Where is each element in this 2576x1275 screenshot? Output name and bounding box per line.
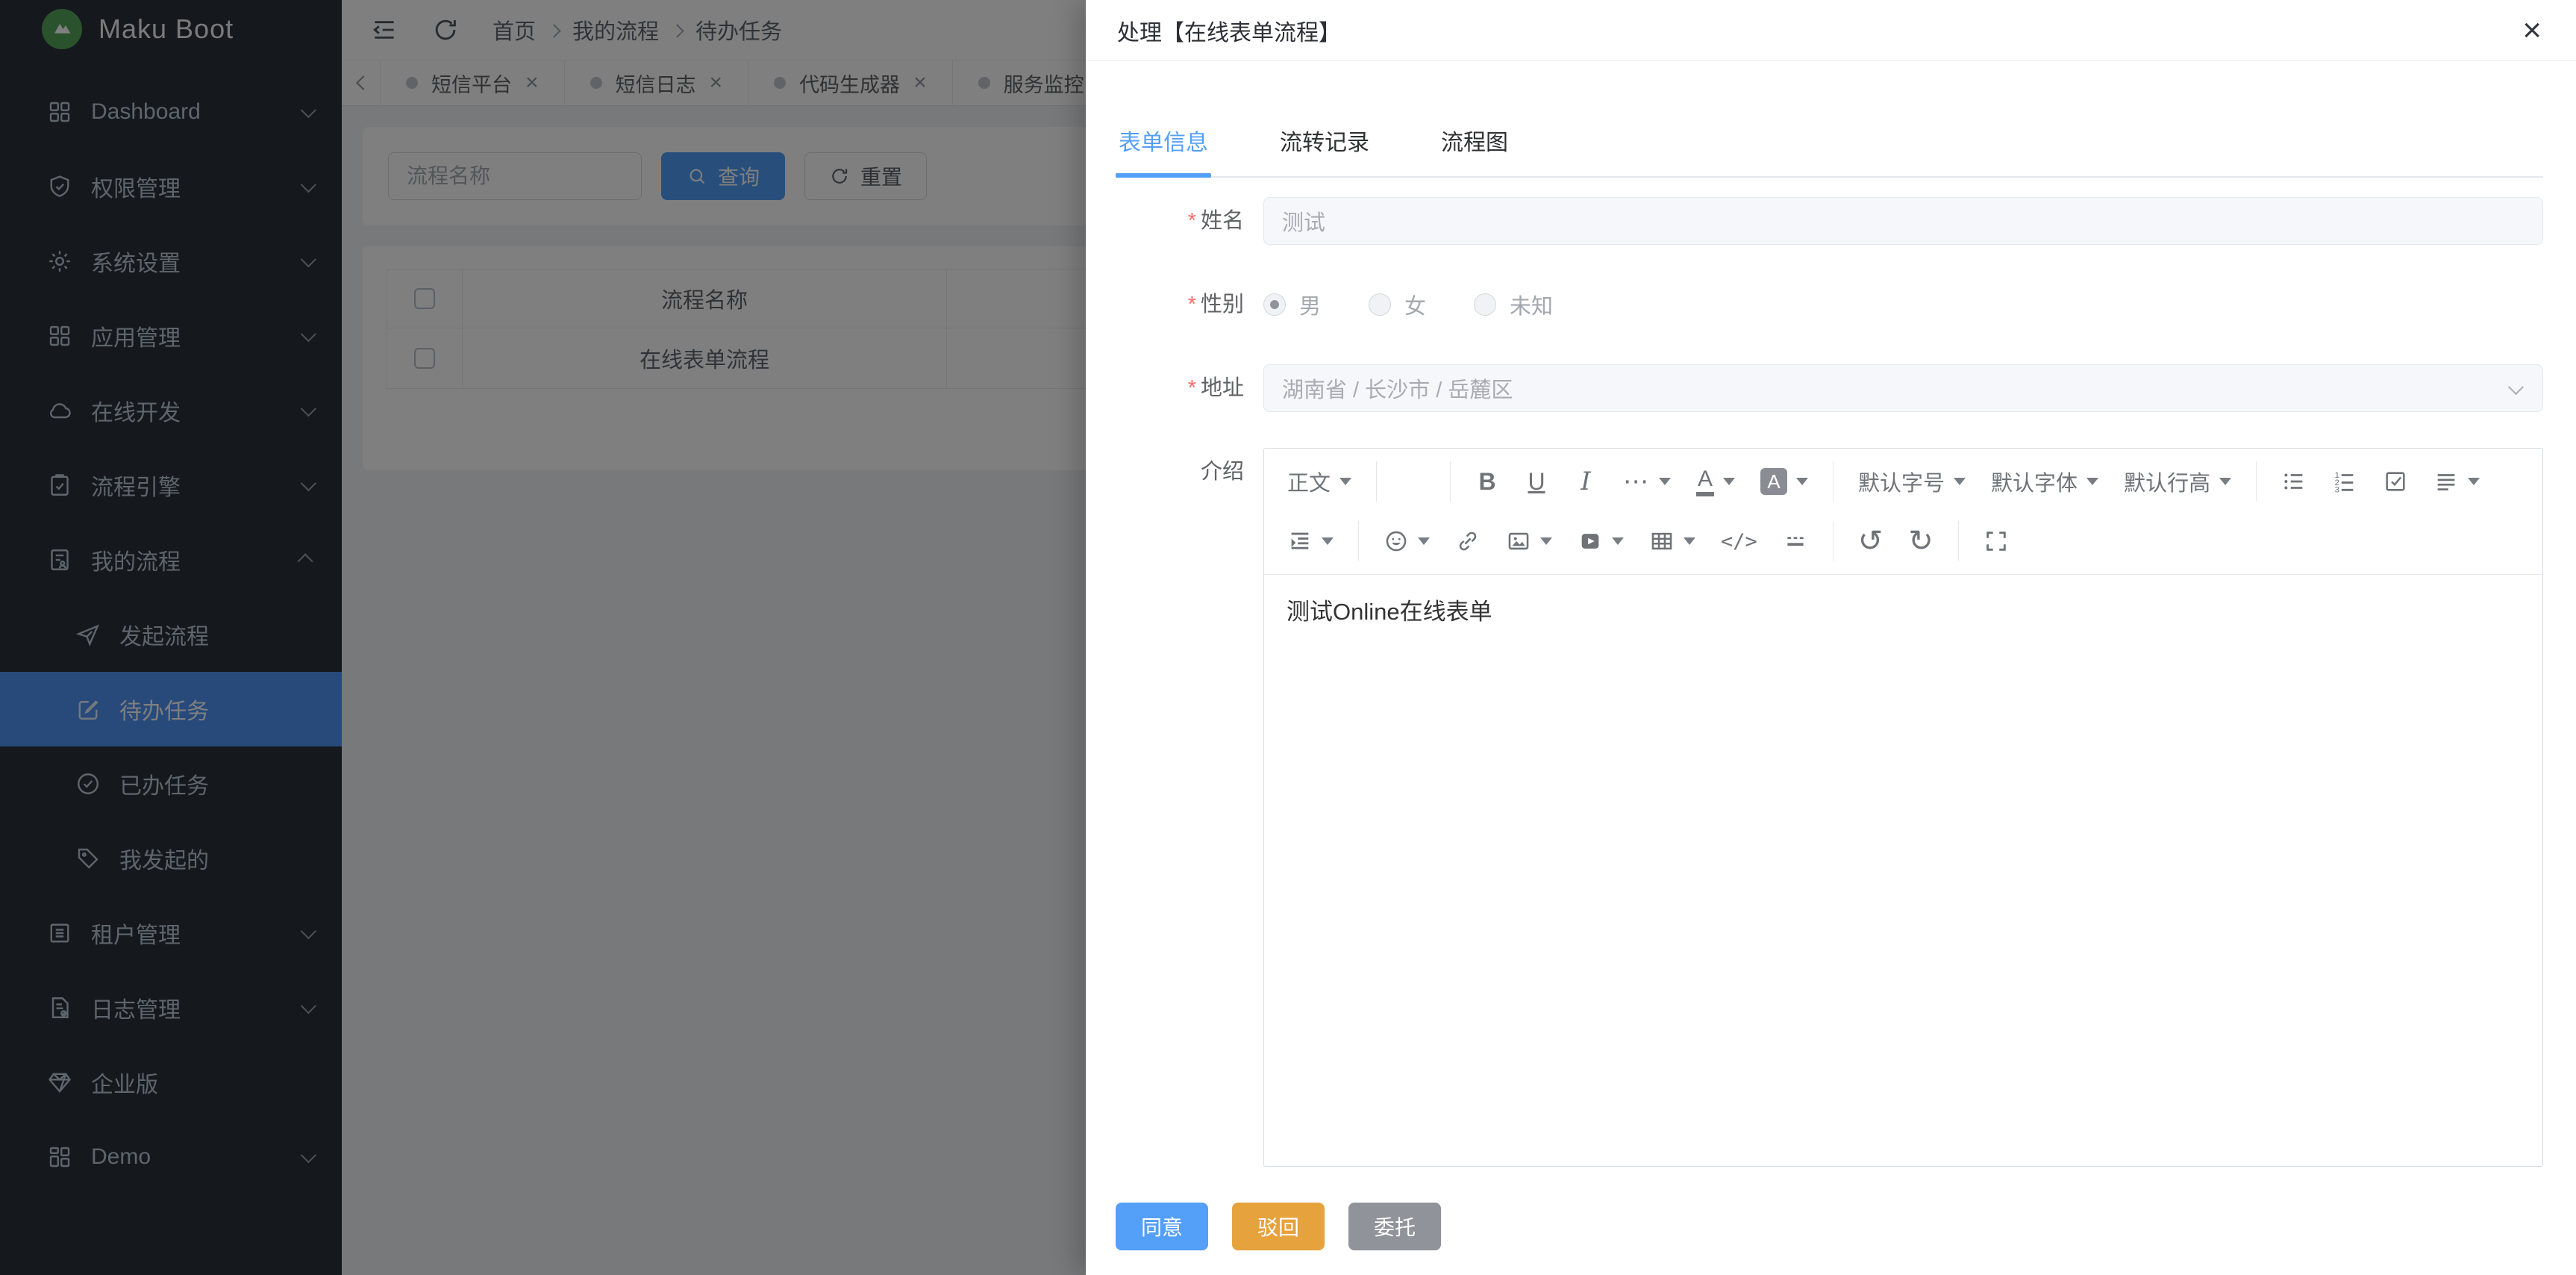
image-dropdown[interactable] bbox=[1498, 520, 1560, 563]
required-asterisk: * bbox=[1188, 293, 1196, 317]
caret-down-icon bbox=[2086, 478, 2098, 485]
caret-down-icon bbox=[2468, 478, 2480, 485]
bg-color-dropdown[interactable]: A bbox=[1753, 460, 1816, 503]
underline-button[interactable]: U bbox=[1517, 460, 1556, 503]
ordered-list-icon[interactable]: 123 bbox=[2325, 460, 2365, 503]
drawer-header: 处理【在线表单流程】 × bbox=[1086, 0, 2576, 61]
rich-text-editor: 正文 B U I ⋯ A A 默认字号 bbox=[1263, 448, 2543, 1167]
required-asterisk: * bbox=[1188, 209, 1196, 233]
video-dropdown[interactable] bbox=[1570, 520, 1631, 563]
address-select[interactable]: 湖南省 / 长沙市 / 岳麓区 bbox=[1263, 364, 2543, 412]
address-value: 湖南省 / 长沙市 / 岳麓区 bbox=[1282, 372, 1513, 404]
radio-female[interactable]: 女 bbox=[1369, 289, 1426, 320]
editor-content[interactable]: 测试Online在线表单 bbox=[1264, 575, 2542, 1166]
paragraph-style-dropdown[interactable]: 正文 bbox=[1280, 460, 1359, 503]
radio-circle-icon bbox=[1263, 293, 1286, 316]
toolbar-divider bbox=[1376, 461, 1377, 502]
caret-down-icon bbox=[1684, 537, 1695, 545]
form-row-gender: *性别 男 女 未知 bbox=[1116, 281, 2543, 328]
bold-button[interactable]: B bbox=[1468, 460, 1507, 503]
more-styles-dropdown[interactable]: ⋯ bbox=[1616, 460, 1678, 503]
toolbar-divider bbox=[1358, 521, 1359, 561]
caret-down-icon bbox=[1322, 537, 1334, 545]
form-row-name: *姓名 bbox=[1116, 197, 2543, 245]
caret-down-icon bbox=[1954, 478, 1966, 485]
caret-down-icon bbox=[1723, 478, 1735, 485]
font-family-dropdown[interactable]: 默认字体 bbox=[1983, 460, 2106, 503]
radio-unknown[interactable]: 未知 bbox=[1474, 289, 1553, 320]
link-icon[interactable] bbox=[1448, 520, 1488, 563]
form-row-intro: 介绍 正文 B U I ⋯ bbox=[1116, 448, 2543, 1167]
redo-icon[interactable]: ↻ bbox=[1901, 520, 1941, 563]
drawer-title: 处理【在线表单流程】 bbox=[1117, 14, 1341, 47]
caret-down-icon bbox=[1796, 478, 1808, 485]
process-form: *姓名 *性别 男 女 bbox=[1116, 197, 2543, 1167]
tab-flow-diagram[interactable]: 流程图 bbox=[1438, 124, 1511, 176]
caret-down-icon bbox=[1339, 478, 1351, 485]
intro-label: 介绍 bbox=[1116, 448, 1244, 496]
caret-down-icon bbox=[1612, 537, 1624, 545]
drawer-actions: 同意 驳回 委托 bbox=[1116, 1203, 2543, 1250]
fullscreen-icon[interactable] bbox=[1976, 520, 2016, 563]
gender-radio-group: 男 女 未知 bbox=[1263, 281, 2543, 328]
toolbar-row-1: 正文 B U I ⋯ A A 默认字号 bbox=[1275, 452, 2532, 511]
agree-button[interactable]: 同意 bbox=[1116, 1203, 1208, 1250]
delegate-button[interactable]: 委托 bbox=[1348, 1203, 1441, 1250]
italic-button[interactable]: I bbox=[1566, 460, 1605, 503]
undo-icon[interactable]: ↺ bbox=[1851, 520, 1891, 563]
reject-button[interactable]: 驳回 bbox=[1232, 1203, 1325, 1250]
toolbar-divider bbox=[2256, 461, 2257, 502]
toolbar-divider bbox=[1958, 521, 1959, 561]
tab-flow-records[interactable]: 流转记录 bbox=[1277, 124, 1372, 176]
app-window: Maku Boot Dashboard 权限管理 系统设置 应用管理 bbox=[0, 0, 2576, 1275]
caret-down-icon bbox=[1418, 537, 1430, 545]
caret-down-icon bbox=[1659, 478, 1671, 485]
caret-down-icon bbox=[1540, 537, 1552, 545]
form-row-address: *地址 湖南省 / 长沙市 / 岳麓区 bbox=[1116, 364, 2543, 412]
caret-down-icon bbox=[2219, 478, 2231, 485]
bullet-list-icon[interactable] bbox=[2274, 460, 2314, 503]
code-button[interactable]: </> bbox=[1713, 520, 1765, 563]
radio-circle-icon bbox=[1369, 293, 1391, 316]
close-icon[interactable]: × bbox=[2522, 14, 2542, 47]
name-label: *姓名 bbox=[1116, 197, 1244, 245]
drawer-body: 表单信息 流转记录 流程图 *姓名 *性别 bbox=[1086, 124, 2576, 1250]
editor-toolbar: 正文 B U I ⋯ A A 默认字号 bbox=[1264, 449, 2542, 575]
table-dropdown[interactable] bbox=[1642, 520, 1703, 563]
blockquote-button[interactable] bbox=[1394, 460, 1433, 503]
chevron-down-icon bbox=[2508, 379, 2524, 395]
toolbar-divider bbox=[1450, 461, 1451, 502]
name-field[interactable] bbox=[1263, 197, 2543, 245]
align-dropdown[interactable] bbox=[2426, 460, 2487, 503]
line-height-dropdown[interactable]: 默认行高 bbox=[2116, 460, 2239, 503]
gender-label: *性别 bbox=[1116, 281, 1244, 328]
required-asterisk: * bbox=[1188, 376, 1196, 400]
font-size-dropdown[interactable]: 默认字号 bbox=[1851, 460, 1973, 503]
tab-form-info[interactable]: 表单信息 bbox=[1116, 124, 1211, 176]
divider-button[interactable] bbox=[1775, 520, 1816, 563]
svg-text:3: 3 bbox=[2335, 486, 2339, 494]
emoji-dropdown[interactable] bbox=[1376, 520, 1437, 563]
drawer-tabs: 表单信息 流转记录 流程图 bbox=[1116, 124, 2543, 178]
indent-dropdown[interactable] bbox=[1280, 520, 1341, 563]
process-drawer: 处理【在线表单流程】 × 表单信息 流转记录 流程图 *姓名 *性别 bbox=[1086, 0, 2576, 1275]
toolbar-row-2: </> ↺ ↻ bbox=[1275, 511, 2532, 571]
address-label: *地址 bbox=[1116, 364, 1244, 412]
font-color-dropdown[interactable]: A bbox=[1689, 460, 1742, 503]
radio-circle-icon bbox=[1474, 293, 1496, 316]
radio-male[interactable]: 男 bbox=[1263, 289, 1321, 320]
todo-list-icon[interactable] bbox=[2375, 460, 2416, 503]
